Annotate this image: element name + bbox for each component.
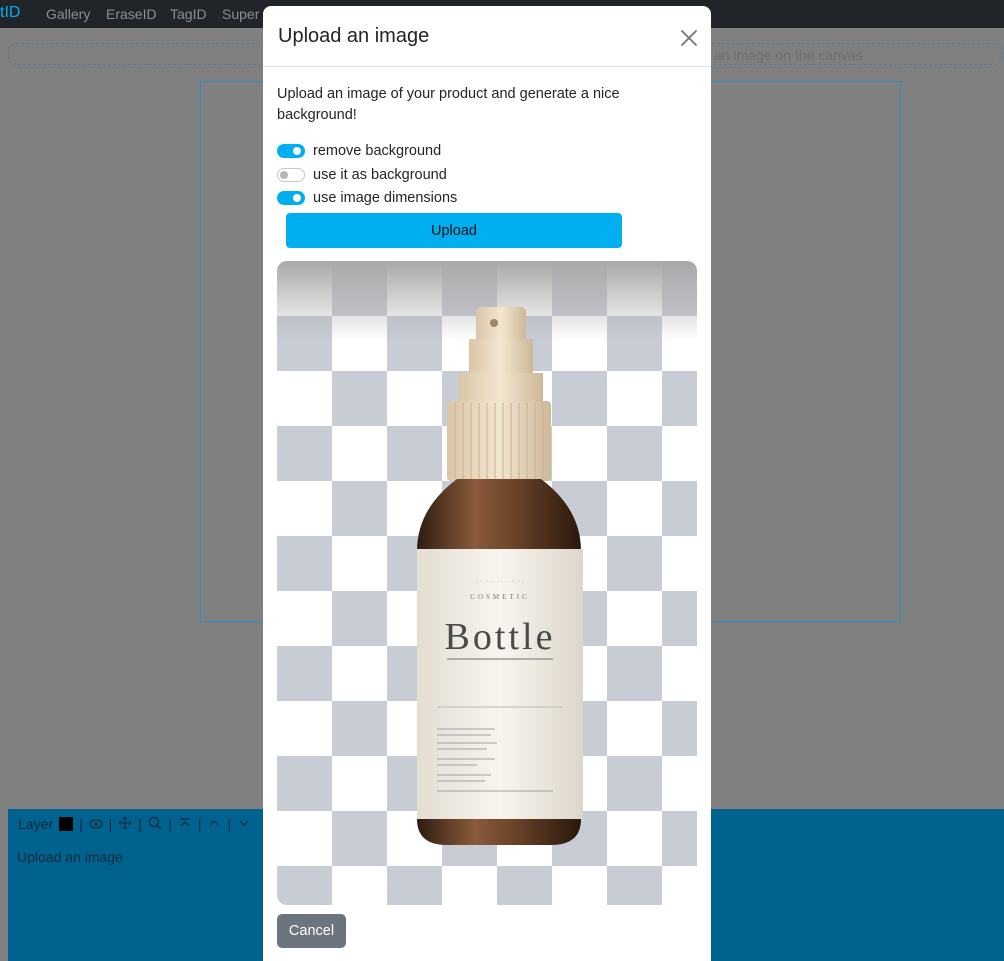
close-icon[interactable] [677,26,701,50]
toolbar-divider: | [227,816,232,832]
toolbar-divider: | [197,816,202,832]
layer-list-item[interactable]: Upload an image [17,849,123,865]
image-preview: · · · · · · · · · · · · · · COSMETIC Bot… [277,261,697,905]
toolbar-divider: | [79,816,83,832]
switch-icon[interactable] [277,144,305,158]
nav-link-super[interactable]: Super [222,6,259,22]
brand-logo[interactable]: tID [0,4,20,22]
toolbar-divider: | [168,816,172,832]
layer-color-swatch[interactable] [59,817,74,831]
upload-image-modal: Upload an image Upload an image of your … [263,6,711,961]
move-icon[interactable] [118,816,132,833]
switch-label: use it as background [313,167,447,183]
bring-to-front-icon[interactable] [178,817,192,832]
nav-link-eraseid[interactable]: EraseID [106,6,157,22]
remove-background-toggle[interactable]: remove background [277,142,441,160]
switch-label: remove background [313,143,442,159]
cancel-button[interactable]: Cancel [277,914,346,948]
move-down-icon[interactable] [237,817,251,832]
nav-link-gallery[interactable]: Gallery [46,6,90,22]
eye-icon[interactable] [89,817,103,832]
layer-toolbar: Layer | | [ | | | [18,815,255,833]
use-as-background-toggle[interactable]: use it as background [277,166,447,184]
zoom-icon[interactable] [148,816,162,833]
toolbar-divider: [ [138,816,143,832]
bottle-label-subtitle: COSMETIC [470,593,529,601]
bottle-image: · · · · · · · · · · · · · · COSMETIC Bot… [417,307,583,845]
modal-title: Upload an image [278,25,430,47]
toolbar-divider: | [108,816,113,832]
svg-text:· · · · · · · · · · · · · ·: · · · · · · · · · · · · · · [476,579,523,585]
use-image-dimensions-toggle[interactable]: use image dimensions [277,189,457,207]
modal-header: Upload an image [263,6,711,67]
move-up-icon[interactable] [207,817,221,832]
layer-title: Layer [18,816,54,832]
nav-link-tagid[interactable]: TagID [170,6,207,22]
bottle-label-title: Bottle [445,616,556,658]
switch-label: use image dimensions [313,190,458,206]
switch-icon[interactable] [277,168,305,182]
modal-description: Upload an image of your product and gene… [277,86,620,123]
canvas-hint-text: an image on the canvas [714,47,863,63]
upload-button[interactable]: Upload [286,213,622,248]
switch-icon[interactable] [277,191,305,205]
